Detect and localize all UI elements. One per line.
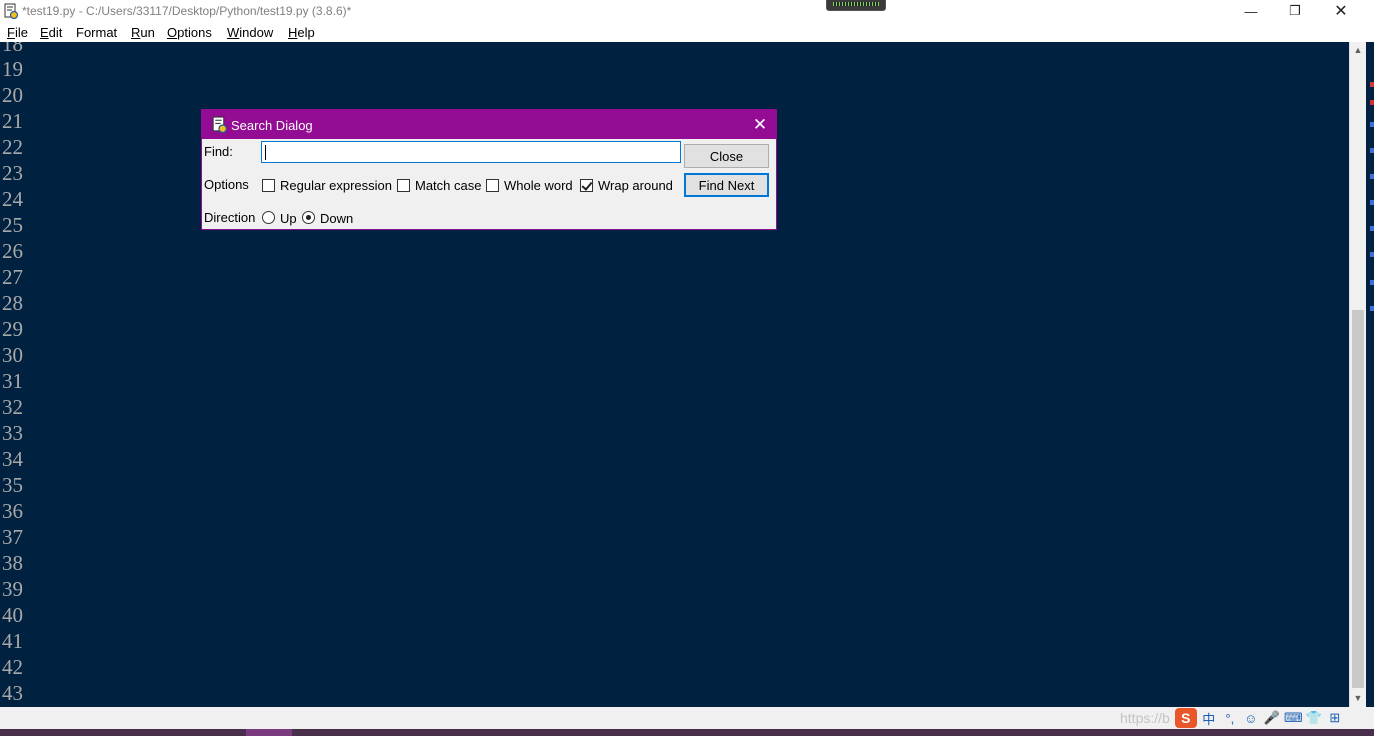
edge-mark xyxy=(1370,226,1374,231)
vertical-scrollbar[interactable]: ▲ ▼ xyxy=(1349,42,1366,707)
line-number: 39 xyxy=(2,577,23,601)
background-window-edge xyxy=(1366,42,1374,707)
edge-mark xyxy=(1370,122,1374,127)
window-titlebar: *test19.py - C:/Users/33117/Desktop/Pyth… xyxy=(0,0,1374,22)
direction-down-radio[interactable] xyxy=(302,211,315,224)
direction-up-label[interactable]: Up xyxy=(280,211,297,226)
menu-bar: File Edit Format Run Options Window Help xyxy=(0,22,1374,42)
scrollbar-thumb[interactable] xyxy=(1352,310,1364,688)
line-number: 42 xyxy=(2,655,23,679)
idle-app-icon[interactable] xyxy=(3,3,19,19)
line-number: 25 xyxy=(2,213,23,237)
line-number: 32 xyxy=(2,395,23,419)
dialog-close-icon[interactable]: ✕ xyxy=(746,112,774,138)
punctuation-icon[interactable]: °, xyxy=(1221,711,1239,726)
window-title: *test19.py - C:/Users/33117/Desktop/Pyth… xyxy=(22,4,352,18)
watermark-text: https://b xyxy=(1120,710,1170,726)
dialog-titlebar[interactable]: Search Dialog ✕ xyxy=(202,110,776,139)
line-number: 24 xyxy=(2,187,23,211)
wrap-around-checkbox[interactable] xyxy=(580,179,593,192)
line-number: 22 xyxy=(2,135,23,159)
find-next-button[interactable]: Find Next xyxy=(684,173,769,197)
wrap-around-label[interactable]: Wrap around xyxy=(598,178,673,193)
menu-format[interactable]: Format xyxy=(76,25,117,40)
edge-mark xyxy=(1370,280,1374,285)
line-number: 28 xyxy=(2,291,23,315)
line-number: 40 xyxy=(2,603,23,627)
line-number: 34 xyxy=(2,447,23,471)
scroll-up-arrow-icon[interactable]: ▲ xyxy=(1350,42,1366,58)
close-button[interactable]: Close xyxy=(684,144,769,168)
whole-word-checkbox[interactable] xyxy=(486,179,499,192)
line-number: 20 xyxy=(2,83,23,107)
line-number: 27 xyxy=(2,265,23,289)
direction-up-radio[interactable] xyxy=(262,211,275,224)
close-window-button[interactable]: ✕ xyxy=(1318,0,1364,22)
line-number: 19 xyxy=(2,57,23,81)
line-number: 29 xyxy=(2,317,23,341)
line-number: 31 xyxy=(2,369,23,393)
line-number: 38 xyxy=(2,551,23,575)
regular-expression-checkbox[interactable] xyxy=(262,179,275,192)
chinese-mode-icon[interactable]: 中 xyxy=(1200,709,1218,728)
menu-file[interactable]: File xyxy=(7,25,28,40)
line-number: 26 xyxy=(2,239,23,263)
menu-help[interactable]: Help xyxy=(288,25,315,40)
edge-mark xyxy=(1370,148,1374,153)
taskbar-active-item[interactable] xyxy=(246,729,292,736)
menu-edit[interactable]: Edit xyxy=(40,25,62,40)
match-case-checkbox[interactable] xyxy=(397,179,410,192)
skin-icon[interactable]: 👕 xyxy=(1305,710,1323,726)
menu-window[interactable]: Window xyxy=(227,25,273,40)
edge-mark xyxy=(1370,100,1374,105)
line-number: 21 xyxy=(2,109,23,133)
edge-mark xyxy=(1370,174,1374,179)
dialog-title: Search Dialog xyxy=(231,118,313,133)
idle-dialog-icon xyxy=(212,116,228,133)
menu-run[interactable]: Run xyxy=(131,25,155,40)
find-input[interactable] xyxy=(261,141,681,163)
edge-mark xyxy=(1370,252,1374,257)
match-case-label[interactable]: Match case xyxy=(415,178,481,193)
line-number-gutter: 18 19 20 21 22 23 24 25 26 27 28 29 30 3… xyxy=(0,42,30,707)
text-caret xyxy=(265,145,266,160)
taskbar xyxy=(0,729,1374,736)
line-number: 30 xyxy=(2,343,23,367)
search-dialog: Search Dialog ✕ Find: Close Options Regu… xyxy=(201,109,777,230)
system-tray: https://b S 中 °, ☺ 🎤 ⌨ 👕 ⊞ xyxy=(1120,707,1344,729)
edge-mark xyxy=(1370,306,1374,311)
microphone-icon[interactable]: 🎤 xyxy=(1263,710,1281,726)
edge-mark xyxy=(1370,82,1374,87)
line-number: 36 xyxy=(2,499,23,523)
line-number: 41 xyxy=(2,629,23,653)
options-label: Options xyxy=(204,177,249,192)
edge-mark xyxy=(1370,200,1374,205)
cpu-meter-widget xyxy=(826,0,886,11)
direction-label: Direction xyxy=(204,210,256,225)
find-label: Find: xyxy=(204,144,233,159)
maximize-button[interactable]: ❐ xyxy=(1272,0,1318,22)
line-number: 43 xyxy=(2,681,23,705)
keyboard-icon[interactable]: ⌨ xyxy=(1284,710,1303,726)
emoji-icon[interactable]: ☺ xyxy=(1242,711,1260,726)
line-number: 18 xyxy=(2,42,23,56)
line-number: 33 xyxy=(2,421,23,445)
menu-options[interactable]: Options xyxy=(167,25,212,40)
scroll-down-arrow-icon[interactable]: ▼ xyxy=(1350,690,1366,706)
direction-down-label[interactable]: Down xyxy=(320,211,353,226)
line-number: 35 xyxy=(2,473,23,497)
regular-expression-label[interactable]: Regular expression xyxy=(280,178,392,193)
sogou-input-icon[interactable]: S xyxy=(1174,708,1197,728)
toolbox-icon[interactable]: ⊞ xyxy=(1326,710,1344,726)
whole-word-label[interactable]: Whole word xyxy=(504,178,573,193)
line-number: 23 xyxy=(2,161,23,185)
line-number: 37 xyxy=(2,525,23,549)
minimize-button[interactable]: — xyxy=(1228,0,1274,22)
